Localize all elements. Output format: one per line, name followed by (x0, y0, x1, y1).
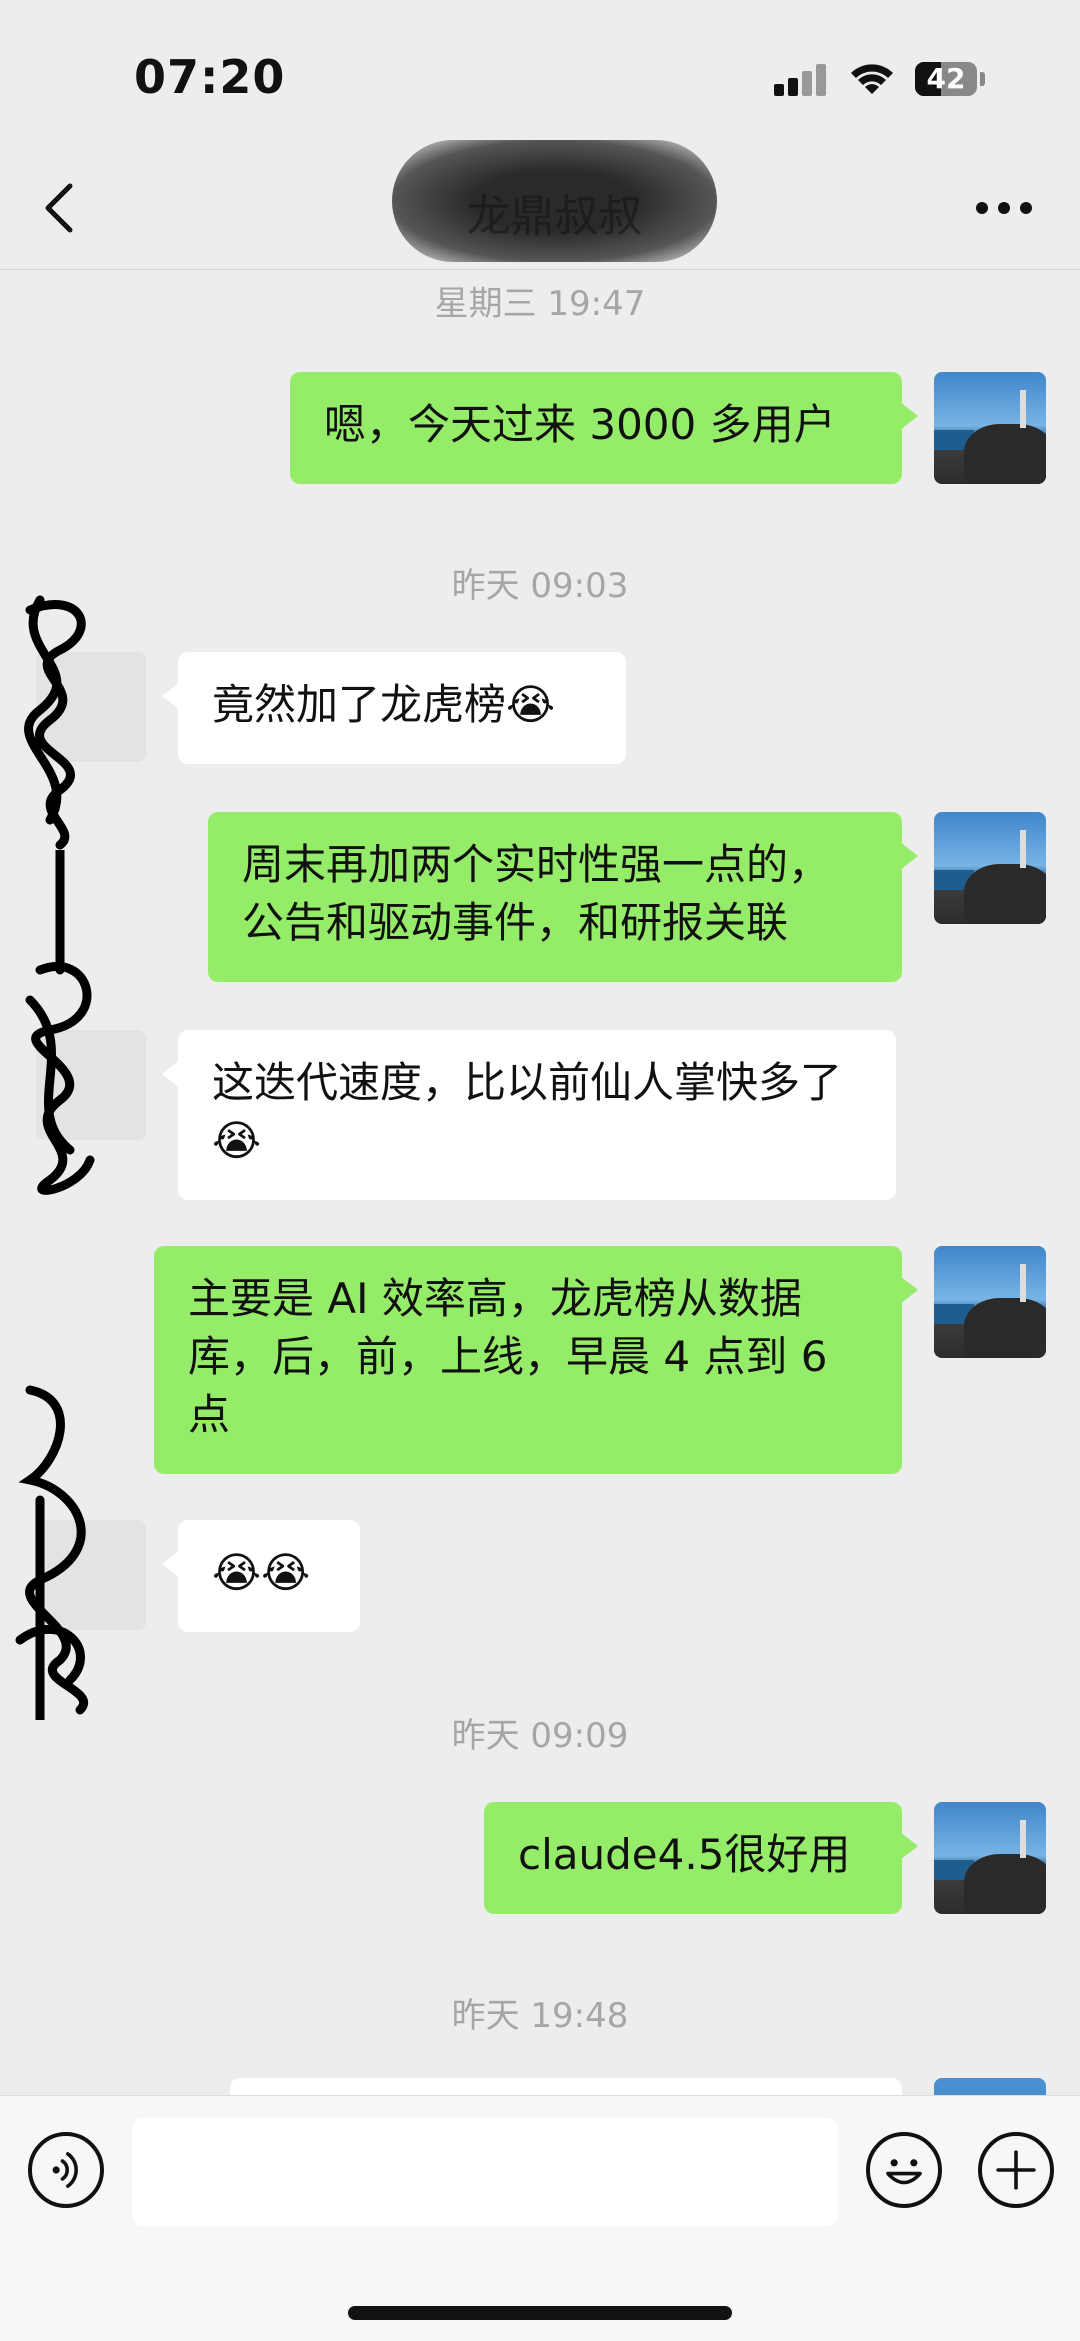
avatar-me[interactable] (934, 1246, 1046, 1358)
nav-bar: 龙鼎叔叔 (0, 130, 1080, 270)
chat-screen: 07:20 42 龙鼎叔叔 星期三 19:47 嗯，今天过来 3000 多用户 … (0, 0, 1080, 2341)
message-bubble-me[interactable]: 周末再加两个实时性强一点的，公告和驱动事件，和研报关联 (208, 812, 918, 982)
voice-icon[interactable] (28, 2132, 104, 2208)
redaction-scribble (24, 595, 86, 850)
home-indicator[interactable] (348, 2306, 732, 2320)
input-bar (0, 2095, 1080, 2341)
battery-icon: 42 (915, 62, 977, 96)
message-bubble-me[interactable]: claude4.5很好用 (484, 1802, 918, 1914)
redaction-scribble (15, 1385, 88, 1720)
redaction-scribble (25, 850, 95, 1195)
avatar-me[interactable] (934, 1802, 1046, 1914)
chat-title: 龙鼎叔叔 (466, 191, 643, 242)
timestamp: 昨天 09:03 (451, 566, 629, 606)
wifi-icon (851, 64, 893, 94)
status-time: 07:20 (134, 50, 286, 104)
message-bubble-me[interactable]: 嗯，今天过来 3000 多用户 (290, 372, 918, 484)
timestamp: 昨天 09:09 (451, 1716, 629, 1756)
message-bubble-me[interactable]: 主要是 AI 效率高，龙虎榜从数据库，后，前，上线，早晨 4 点到 6 点 (154, 1246, 918, 1474)
battery-cap (980, 72, 985, 86)
message-bubble-other[interactable]: 😭😭 (162, 1520, 360, 1632)
message-bubble-other[interactable]: 竟然加了龙虎榜😭 (162, 652, 626, 764)
emoji-icon[interactable] (866, 2132, 942, 2208)
more-icon[interactable] (976, 202, 1032, 216)
timestamp: 星期三 19:47 (434, 284, 646, 324)
timestamp: 昨天 19:48 (451, 1996, 629, 2036)
avatar-me[interactable] (934, 372, 1046, 484)
message-bubble-other[interactable]: 这迭代速度，比以前仙人掌快多了😭 (162, 1030, 896, 1200)
message-input[interactable] (132, 2118, 838, 2226)
avatar-me[interactable] (934, 812, 1046, 924)
battery-level: 42 (926, 62, 966, 95)
signal-icon (774, 64, 830, 96)
chevron-left-icon[interactable] (38, 178, 82, 238)
plus-icon[interactable] (978, 2132, 1054, 2208)
